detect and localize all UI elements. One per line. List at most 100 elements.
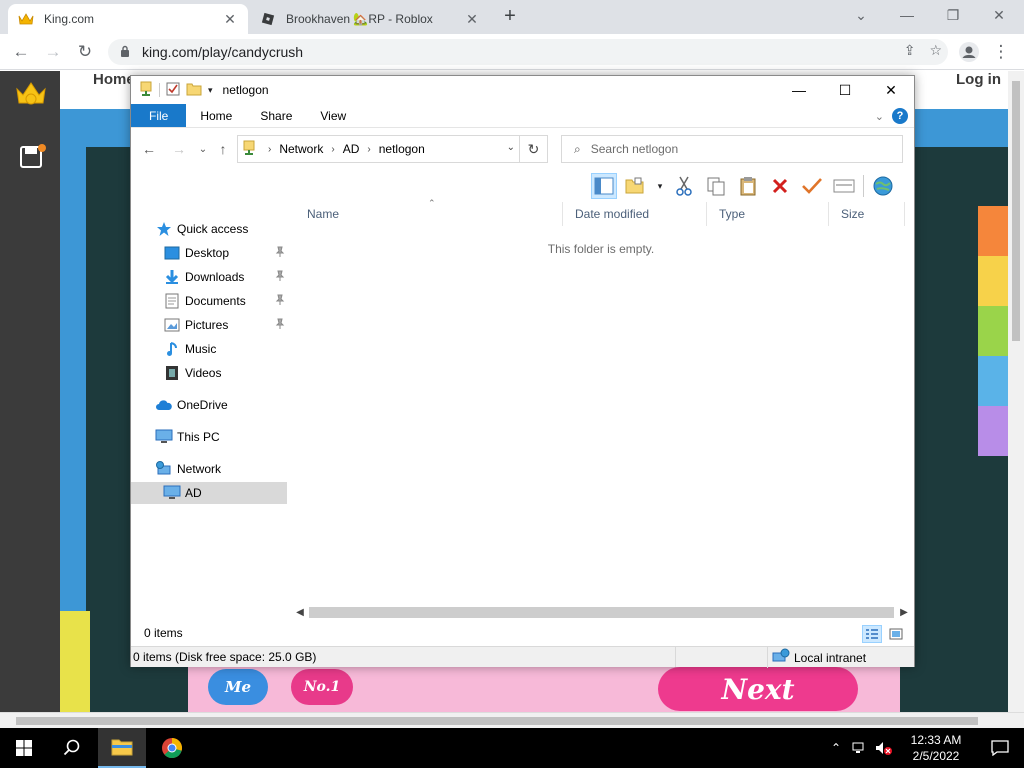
breadcrumb-separator[interactable]: › xyxy=(268,144,271,155)
tab-share[interactable]: Share xyxy=(246,104,306,127)
menu-kebab-icon[interactable]: ⋮ xyxy=(990,41,1012,63)
address-dropdown-icon[interactable]: ⌄ xyxy=(507,142,515,153)
bookmark-star-icon[interactable]: ☆ xyxy=(929,42,942,59)
scrollbar-thumb[interactable] xyxy=(309,607,894,618)
breadcrumb-ad[interactable]: AD xyxy=(343,142,360,156)
pin-icon[interactable] xyxy=(275,294,285,306)
refresh-icon[interactable]: ↻ xyxy=(519,136,547,162)
me-button[interactable]: Me xyxy=(208,669,268,705)
up-icon[interactable]: ↑ xyxy=(213,139,233,159)
new-item-dropdown-icon[interactable]: ▾ xyxy=(655,173,665,199)
share-icon[interactable]: ⇪ xyxy=(904,42,916,59)
network-status-icon[interactable] xyxy=(850,738,870,758)
next-button[interactable]: Next xyxy=(658,667,858,711)
file-explorer-taskbar-icon[interactable] xyxy=(98,728,146,768)
tab-view[interactable]: View xyxy=(306,104,360,127)
cut-icon[interactable] xyxy=(671,173,697,199)
close-icon[interactable]: ✕ xyxy=(976,0,1022,30)
restore-icon[interactable]: ❐ xyxy=(930,0,976,30)
document-icon xyxy=(163,292,181,310)
close-tab-icon[interactable]: ✕ xyxy=(222,11,238,27)
clock-time: 12:33 AM xyxy=(910,733,962,747)
maximize-icon[interactable]: ☐ xyxy=(822,76,868,104)
king-logo-icon[interactable] xyxy=(14,77,48,111)
column-name[interactable]: Name xyxy=(295,202,563,226)
details-view-icon[interactable] xyxy=(862,625,882,643)
nav-music[interactable]: Music xyxy=(163,338,216,360)
tab-search-icon[interactable]: ⌄ xyxy=(838,0,884,30)
large-icons-view-icon[interactable] xyxy=(886,625,906,643)
column-date-modified[interactable]: Date modified xyxy=(563,202,707,226)
address-bar[interactable]: king.com/play/candycrush ⇪ ☆ xyxy=(108,39,948,65)
show-hidden-icons-icon[interactable]: ⌃ xyxy=(826,738,846,758)
new-item-icon[interactable] xyxy=(623,173,649,199)
customize-qat-icon[interactable]: ▾ xyxy=(208,85,213,96)
properties-icon[interactable] xyxy=(166,82,180,99)
nav-this-pc[interactable]: This PC xyxy=(155,426,220,448)
page-horizontal-scrollbar[interactable] xyxy=(0,712,1024,728)
page-vertical-scrollbar[interactable] xyxy=(1008,71,1024,712)
delete-icon[interactable] xyxy=(767,173,793,199)
nav-pictures[interactable]: Pictures xyxy=(163,314,285,336)
close-icon[interactable]: ✕ xyxy=(868,76,914,104)
breadcrumb-network[interactable]: Network xyxy=(279,142,323,156)
globe-icon[interactable] xyxy=(870,173,896,199)
nav-documents[interactable]: Documents xyxy=(163,290,285,312)
scroll-right-icon[interactable]: ▶ xyxy=(897,604,911,620)
pin-icon[interactable] xyxy=(275,270,285,282)
chrome-taskbar-icon[interactable] xyxy=(148,728,196,768)
file-list-horizontal-scrollbar[interactable]: ◀ ▶ xyxy=(293,604,911,620)
nav-ad[interactable]: AD xyxy=(131,482,287,504)
rename-check-icon[interactable] xyxy=(799,173,825,199)
close-tab-icon[interactable]: ✕ xyxy=(464,11,480,27)
column-size[interactable]: Size xyxy=(829,202,905,226)
minimize-icon[interactable]: — xyxy=(884,0,930,30)
search-icon[interactable] xyxy=(48,728,96,768)
pin-icon[interactable] xyxy=(275,318,285,330)
nav-quick-access[interactable]: Quick access xyxy=(155,218,248,240)
breadcrumb-netlogon[interactable]: netlogon xyxy=(379,142,425,156)
reload-icon[interactable]: ↻ xyxy=(74,41,96,63)
expand-ribbon-icon[interactable]: ⌄ xyxy=(875,110,884,123)
nav-desktop[interactable]: Desktop xyxy=(163,242,285,264)
tab-roblox[interactable]: Brookhaven 🏡RP - Roblox ✕ xyxy=(250,4,490,34)
navigation-pane-icon[interactable] xyxy=(591,173,617,199)
nav-videos[interactable]: Videos xyxy=(163,362,221,384)
nav-onedrive[interactable]: OneDrive xyxy=(155,394,228,416)
nav-network[interactable]: Network xyxy=(155,458,221,480)
new-folder-icon[interactable] xyxy=(186,82,202,99)
column-type[interactable]: Type xyxy=(707,202,829,226)
breadcrumb-separator[interactable]: › xyxy=(331,144,334,155)
notifications-icon[interactable] xyxy=(976,740,1024,756)
no1-button[interactable]: No.1 xyxy=(291,669,353,705)
url-text: king.com/play/candycrush xyxy=(142,44,304,60)
scroll-left-icon[interactable]: ◀ xyxy=(293,604,307,620)
back-icon[interactable]: ← xyxy=(10,41,32,63)
tab-file[interactable]: File xyxy=(131,104,187,127)
paste-icon[interactable] xyxy=(735,173,761,199)
new-tab-button[interactable]: + xyxy=(500,6,520,26)
properties-icon[interactable] xyxy=(831,173,857,199)
address-box[interactable]: › Network › AD › netlogon ⌄ ↻ xyxy=(237,135,548,163)
search-input[interactable]: ⌕ Search netlogon xyxy=(561,135,903,163)
copy-icon[interactable] xyxy=(703,173,729,199)
back-icon[interactable]: ← xyxy=(139,139,159,159)
forward-icon[interactable]: → xyxy=(42,41,64,63)
nav-home-link[interactable]: Home xyxy=(93,71,135,88)
profile-avatar-icon[interactable] xyxy=(958,41,980,63)
volume-muted-icon[interactable] xyxy=(874,738,894,758)
login-link[interactable]: Log in xyxy=(956,71,1001,88)
forward-icon[interactable]: → xyxy=(169,139,189,159)
save-icon[interactable] xyxy=(20,144,46,168)
nav-downloads[interactable]: Downloads xyxy=(163,266,285,288)
clock[interactable]: 12:33 AM 2/5/2022 xyxy=(896,732,976,764)
breadcrumb-separator[interactable]: › xyxy=(367,144,370,155)
explorer-title-bar: ▾ netlogon — ☐ ✕ xyxy=(131,76,914,104)
start-windows-icon[interactable] xyxy=(0,728,48,768)
help-icon[interactable]: ? xyxy=(892,108,908,124)
pin-icon[interactable] xyxy=(275,246,285,258)
tab-home[interactable]: Home xyxy=(186,104,246,127)
tab-king[interactable]: King.com ✕ xyxy=(8,4,248,34)
minimize-icon[interactable]: — xyxy=(776,76,822,104)
recent-locations-icon[interactable]: ⌄ xyxy=(193,139,213,159)
